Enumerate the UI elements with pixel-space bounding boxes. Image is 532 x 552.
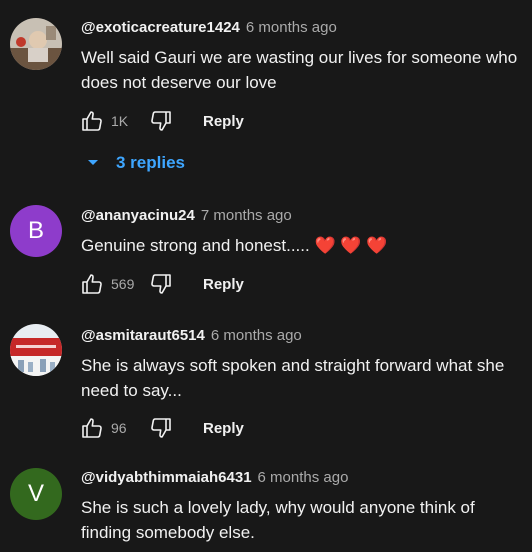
like-count: 569 (111, 276, 135, 292)
dislike-button[interactable] (147, 107, 175, 135)
avatar[interactable]: B (10, 205, 62, 257)
thumbs-down-icon (151, 274, 171, 294)
comment-actions: 1K Reply (78, 107, 244, 135)
comment-text: Genuine strong and honest..... ❤️ ❤️ ❤️ (81, 233, 520, 258)
view-replies-button[interactable]: 3 replies (86, 153, 185, 173)
comment-text-content: Genuine strong and honest..... (81, 236, 310, 255)
comment-author[interactable]: @asmitaraut6514 (81, 327, 205, 344)
like-count: 1K (111, 113, 129, 129)
avatar-letter: V (27, 480, 44, 507)
thumbs-up-icon (82, 418, 102, 438)
comment-body: @exoticacreature1424 6 months ago Well s… (81, 19, 520, 95)
comment-header: @exoticacreature1424 6 months ago (81, 19, 520, 39)
avatar-letter: B (27, 217, 44, 244)
comment-author[interactable]: @ananyacinu24 (81, 207, 195, 224)
reply-button[interactable]: Reply (203, 276, 244, 293)
comment-text: She is always soft spoken and straight f… (81, 356, 505, 400)
dislike-button[interactable] (147, 414, 175, 442)
thumbs-up-icon (82, 111, 102, 131)
comment-time[interactable]: 6 months ago (246, 19, 337, 36)
comment-body: @asmitaraut6514 6 months ago She is alwa… (81, 327, 520, 403)
dislike-button[interactable] (147, 270, 175, 298)
comment-text: Well said Gauri we are wasting our lives… (81, 48, 518, 92)
comment-list: @exoticacreature1424 6 months ago Well s… (0, 0, 532, 552)
like-count: 96 (111, 420, 127, 436)
comment-time[interactable]: 7 months ago (201, 207, 292, 224)
comment-author[interactable]: @vidyabthimmaiah6431 (81, 469, 252, 486)
photo-avatar-icon (10, 324, 62, 376)
caret-down-icon (88, 160, 98, 165)
comment-actions: 96 Reply (78, 414, 244, 442)
comment-body: @vidyabthimmaiah6431 6 months ago She is… (81, 469, 520, 545)
comment-author[interactable]: @exoticacreature1424 (81, 19, 240, 36)
comment-text: She is such a lovely lady, why would any… (81, 498, 475, 542)
photo-avatar-icon (10, 18, 62, 70)
thumbs-down-icon (151, 418, 171, 438)
heart-emoji-icon: ❤️ ❤️ ❤️ (314, 236, 388, 255)
comment-time[interactable]: 6 months ago (258, 469, 349, 486)
comment-header: @asmitaraut6514 6 months ago (81, 327, 520, 347)
comment-body: @ananyacinu24 7 months ago Genuine stron… (81, 207, 520, 258)
like-button[interactable] (78, 107, 106, 135)
reply-button[interactable]: Reply (203, 420, 244, 437)
replies-label: 3 replies (116, 153, 185, 172)
comment-header: @ananyacinu24 7 months ago (81, 207, 520, 227)
comment-time[interactable]: 6 months ago (211, 327, 302, 344)
like-button[interactable] (78, 270, 106, 298)
comment-header: @vidyabthimmaiah6431 6 months ago (81, 469, 520, 489)
thumbs-up-icon (82, 274, 102, 294)
avatar[interactable] (10, 324, 62, 376)
like-button[interactable] (78, 414, 106, 442)
comment-actions: 569 Reply (78, 270, 244, 298)
reply-button[interactable]: Reply (203, 113, 244, 130)
thumbs-down-icon (151, 111, 171, 131)
avatar[interactable]: V (10, 468, 62, 520)
avatar[interactable] (10, 18, 62, 70)
